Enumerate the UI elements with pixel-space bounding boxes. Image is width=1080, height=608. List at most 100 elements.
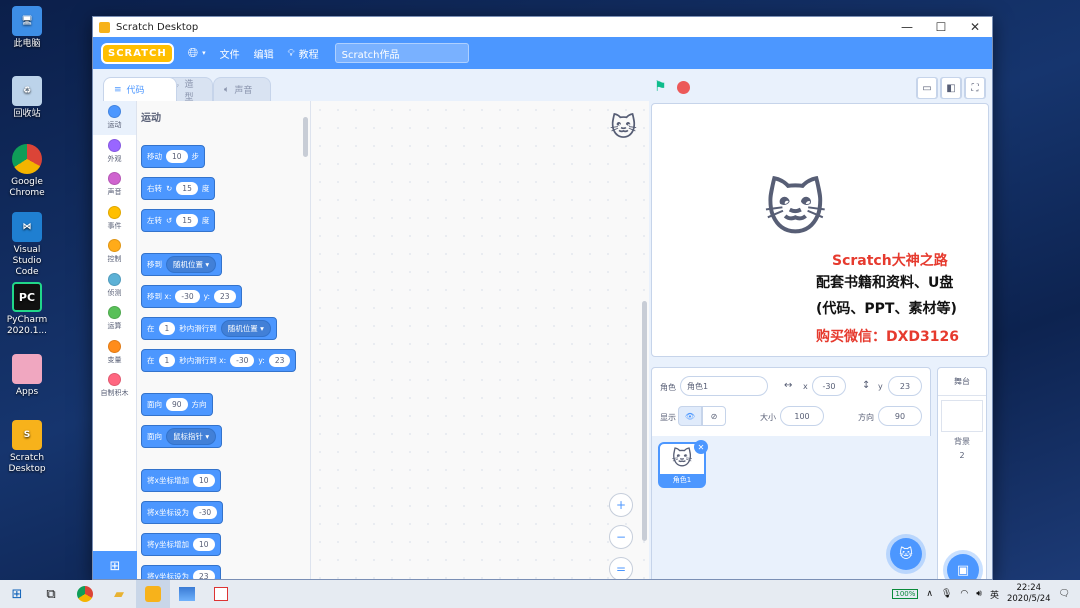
desktop-icon-vscode[interactable]: ⋈ Visual Studio Code bbox=[4, 212, 50, 278]
category-dot-icon bbox=[108, 306, 121, 320]
tab-code[interactable]: ≡ 代码 bbox=[103, 77, 177, 101]
block-move-steps[interactable]: 移动 10 步 bbox=[141, 145, 206, 168]
taskbar-scratch[interactable] bbox=[136, 580, 170, 608]
desktop-icon-this-pc[interactable]: 🖥 此电脑 bbox=[4, 6, 50, 50]
apps-folder-icon bbox=[12, 354, 42, 384]
taskbar-photos[interactable] bbox=[170, 580, 204, 608]
show-hidden-button[interactable]: ⊘ bbox=[702, 406, 726, 426]
desktop-icon-chrome[interactable]: Google Chrome bbox=[4, 144, 50, 199]
x-input[interactable]: -30 bbox=[812, 376, 846, 396]
microphone-icon[interactable]: 🎙︎ bbox=[941, 589, 952, 599]
size-input[interactable]: 100 bbox=[780, 406, 824, 426]
category-sensing[interactable]: 侦测 bbox=[93, 269, 136, 303]
clock[interactable]: 22:24 2020/5/24 bbox=[1007, 583, 1051, 605]
tutorials-label: 教程 bbox=[298, 49, 319, 61]
file-menu[interactable]: 文件 bbox=[220, 46, 240, 61]
category-sound[interactable]: 声音 bbox=[93, 168, 136, 202]
tab-sounds[interactable]: 🔈︎ 声音 bbox=[213, 77, 271, 101]
category-dot-icon bbox=[108, 105, 121, 119]
minimize-button[interactable]: — bbox=[890, 20, 924, 34]
folder-icon: ▰ bbox=[114, 586, 124, 602]
block-set-x[interactable]: 将x坐标设为 -30 bbox=[141, 501, 224, 524]
overlay-line-2: 配套书籍和资料、U盘 bbox=[816, 275, 954, 291]
task-view-icon: ⧉ bbox=[46, 586, 56, 602]
taskbar-chrome[interactable] bbox=[68, 580, 102, 608]
language-menu[interactable]: 🌐︎ ▾ bbox=[188, 46, 206, 61]
block-point-in-direction[interactable]: 面向 90 方向 bbox=[141, 393, 213, 416]
scratch-logo[interactable]: SCRATCH bbox=[101, 42, 174, 64]
chevron-up-icon[interactable]: ∧ bbox=[926, 589, 933, 599]
block-point-towards[interactable]: 面向 鼠标指针 ▾ bbox=[141, 425, 223, 448]
block-set-y[interactable]: 将y坐标设为 23 bbox=[141, 565, 221, 579]
block-go-to-xy[interactable]: 移到 x: -30 y: 23 bbox=[141, 285, 242, 308]
project-title-input[interactable]: Scratch作品 bbox=[334, 43, 469, 63]
sprite-list: 🐱 角色1 ✕ 🐱 bbox=[652, 436, 932, 579]
sprite-thumb-name: 角色1 bbox=[660, 474, 704, 486]
add-sprite-button[interactable]: 🐱 bbox=[890, 538, 922, 570]
block-turn-left[interactable]: 左转 ↺ 15 度 bbox=[141, 209, 216, 232]
block-change-y[interactable]: 将y坐标增加 10 bbox=[141, 533, 221, 556]
script-scrollbar[interactable] bbox=[642, 301, 647, 541]
category-my-blocks[interactable]: 自制积木 bbox=[93, 369, 136, 403]
volume-icon[interactable]: 🔊︎ bbox=[976, 589, 982, 599]
caret-down-icon: ▾ bbox=[202, 49, 206, 57]
close-button[interactable]: ✕ bbox=[958, 20, 992, 34]
stop-button[interactable] bbox=[677, 81, 690, 94]
ime-indicator[interactable]: 英 bbox=[990, 588, 999, 601]
sprite-name-input[interactable]: 角色1 bbox=[680, 376, 768, 396]
sprite-thumb[interactable]: 🐱 角色1 ✕ bbox=[658, 440, 708, 488]
battery-indicator[interactable]: 100% bbox=[892, 589, 919, 599]
category-control[interactable]: 控制 bbox=[93, 235, 136, 269]
cat-sprite-icon: 🐱 bbox=[764, 174, 827, 244]
wifi-icon[interactable]: ◠ bbox=[960, 589, 968, 599]
category-looks[interactable]: 外观 bbox=[93, 135, 136, 169]
zoom-reset-button[interactable]: = bbox=[609, 557, 633, 579]
zoom-out-button[interactable]: − bbox=[609, 525, 633, 549]
trash-icon: ✕ bbox=[697, 442, 705, 452]
delete-sprite-button[interactable]: ✕ bbox=[694, 440, 708, 454]
desktop-icon-scratch[interactable]: S Scratch Desktop bbox=[4, 420, 50, 475]
taskbar-app[interactable] bbox=[204, 580, 238, 608]
normal-stage-button[interactable]: ◧ bbox=[940, 77, 962, 99]
editor-tabs: ≡ 代码 🖌︎ 造型 🔈︎ 声音 bbox=[93, 69, 649, 103]
block-turn-right[interactable]: 右转 ↻ 15 度 bbox=[141, 177, 216, 200]
direction-input[interactable]: 90 bbox=[878, 406, 922, 426]
show-visible-button[interactable]: 👁︎ bbox=[678, 406, 702, 426]
category-variables[interactable]: 变量 bbox=[93, 336, 136, 370]
block-go-to[interactable]: 移到 随机位置 ▾ bbox=[141, 253, 223, 276]
zoom-in-button[interactable]: + bbox=[609, 493, 633, 517]
desktop-icon-apps[interactable]: Apps bbox=[4, 354, 50, 398]
maximize-button[interactable]: ☐ bbox=[924, 20, 958, 34]
palette-scrollbar[interactable] bbox=[303, 117, 308, 157]
add-extension-button[interactable]: ⊞ bbox=[93, 551, 137, 579]
desktop-icon-recycle-bin[interactable]: ♻ 回收站 bbox=[4, 76, 50, 120]
edit-menu[interactable]: 编辑 bbox=[254, 46, 274, 61]
green-flag-button[interactable]: ⚑ bbox=[654, 79, 667, 95]
stage-canvas[interactable]: 🐱 Scratch大神之路 配套书籍和资料、U盘 (代码、PPT、素材等) 购买… bbox=[651, 103, 989, 357]
task-view-button[interactable]: ⧉ bbox=[34, 580, 68, 608]
notification-icon[interactable]: 🗨︎ bbox=[1059, 589, 1070, 599]
desktop-icon-pycharm[interactable]: PC PyCharm 2020.1... bbox=[4, 282, 50, 337]
fullscreen-button[interactable]: ⛶ bbox=[964, 77, 986, 99]
category-events[interactable]: 事件 bbox=[93, 202, 136, 236]
small-stage-button[interactable]: ▭ bbox=[916, 77, 938, 99]
script-area[interactable]: 🐱 + − = bbox=[311, 101, 649, 579]
app-icon bbox=[214, 587, 228, 601]
overlay-line-3: (代码、PPT、素材等) bbox=[816, 301, 957, 317]
block-glide-to-xy[interactable]: 在 1 秒内滑行到 x: -30 y: 23 bbox=[141, 349, 297, 372]
block-glide-to[interactable]: 在 1 秒内滑行到 随机位置 ▾ bbox=[141, 317, 277, 340]
block-change-x[interactable]: 将x坐标增加 10 bbox=[141, 469, 221, 492]
flag-icon: ⚑ bbox=[654, 79, 667, 95]
tutorials-menu[interactable]: 💡︎ 教程 bbox=[288, 46, 319, 61]
y-arrows-icon: ↕ bbox=[862, 380, 871, 391]
y-input[interactable]: 23 bbox=[888, 376, 922, 396]
start-button[interactable]: ⊞ bbox=[0, 580, 34, 608]
taskbar-explorer[interactable]: ▰ bbox=[102, 580, 136, 608]
block-palette: 运动 移动 10 步 右转 ↻ 15 度 左转 ↺ 15 度 移到 随机位置 ▾ 移到 x: -30… bbox=[137, 101, 311, 579]
stage-panel[interactable]: 舞台 背景 2 ▣ bbox=[937, 367, 987, 579]
scratch-app-icon bbox=[99, 21, 110, 33]
category-operators[interactable]: 运算 bbox=[93, 302, 136, 336]
category-motion[interactable]: 运动 bbox=[93, 101, 136, 135]
add-backdrop-button[interactable]: ▣ bbox=[947, 554, 979, 579]
category-dot-icon bbox=[108, 272, 121, 286]
